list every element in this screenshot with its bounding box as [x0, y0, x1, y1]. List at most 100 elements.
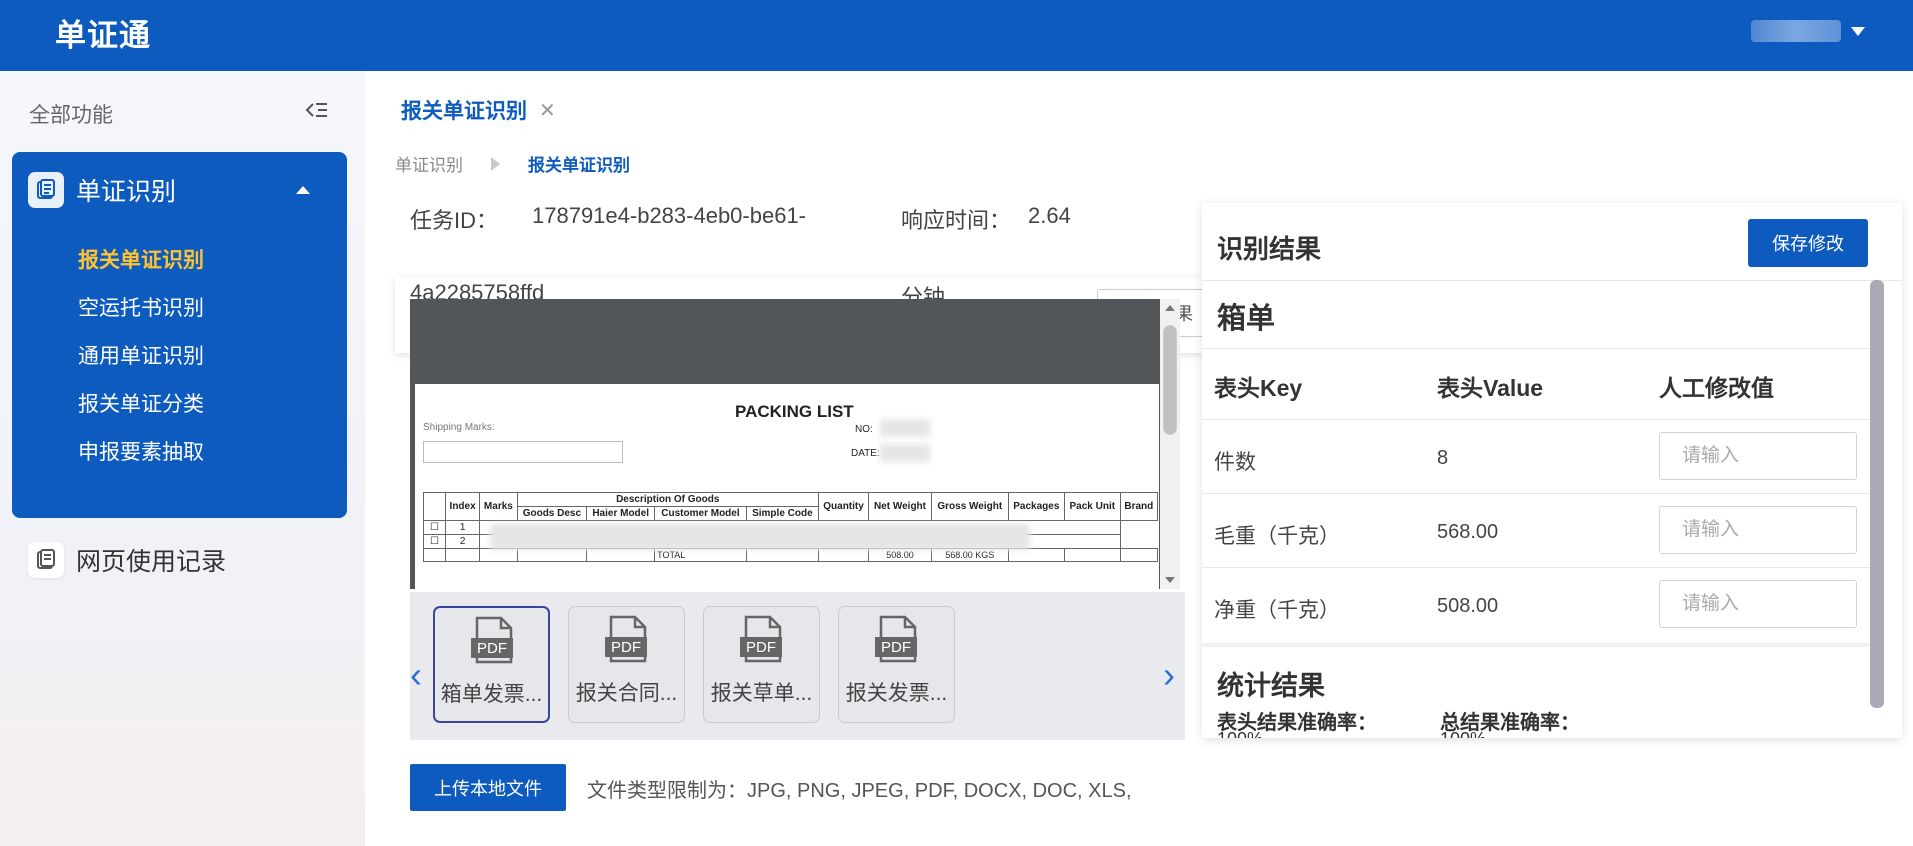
row-value: 8 [1437, 447, 1449, 469]
pdf-file-icon: PDF [740, 615, 782, 663]
redacted-no [880, 419, 930, 437]
col-marks: Marks [479, 492, 518, 521]
breadcrumb-current: 报关单证识别 [528, 156, 630, 175]
breadcrumb-parent[interactable]: 单证识别 [395, 151, 463, 176]
net-total: 508.00 [868, 548, 932, 562]
sidebar-item-customs-doc-classification[interactable]: 报关单证分类 [78, 388, 204, 418]
doc-no-label: NO: [855, 424, 873, 435]
app-brand: 单证通 [55, 18, 151, 53]
file-thumbnail-label: 报关合同... [575, 682, 678, 705]
preview-scrollbar[interactable] [1160, 299, 1180, 589]
redacted-date [880, 444, 930, 462]
scroll-down-icon[interactable] [1165, 577, 1175, 583]
caret-down-icon[interactable] [1851, 26, 1865, 36]
chevron-right-icon[interactable]: › [1163, 654, 1175, 696]
section-title: 箱单 [1217, 303, 1276, 335]
scrollbar-thumb[interactable] [1163, 325, 1177, 435]
result-scrollbar[interactable] [1870, 280, 1884, 708]
save-changes-button[interactable]: 保存修改 [1748, 219, 1868, 267]
total-accuracy-value: 100% [1440, 729, 1486, 738]
col-haier-model: Haier Model [586, 506, 656, 521]
menu-group-header[interactable]: 单证识别 [28, 170, 328, 210]
pdf-icon-text: PDF [611, 639, 641, 656]
file-thumbnail[interactable]: PDF 报关合同... [568, 606, 685, 723]
col-gross-weight: Gross Weight [930, 492, 1009, 521]
caret-up-icon[interactable] [296, 186, 310, 194]
col-brand: Brand [1119, 492, 1159, 521]
result-header: 识别结果 保存修改 [1202, 203, 1902, 281]
pdf-file-icon: PDF [605, 615, 647, 663]
column-header-value: 表头Value [1437, 375, 1544, 401]
breadcrumb: 单证识别 报关单证识别 [395, 151, 630, 176]
sidebar-item-declaration-extraction[interactable]: 申报要素抽取 [78, 436, 204, 466]
file-thumbnail[interactable]: PDF 报关发票... [838, 606, 955, 723]
main-content: 报关单证识别 ✕ 单证识别 报关单证识别 任务ID： 178791e4-b283… [365, 71, 1913, 846]
manual-value-input[interactable] [1659, 580, 1857, 628]
pdf-icon-text: PDF [746, 639, 776, 656]
sidebar-item-customs-doc-recognition[interactable]: 报关单证识别 [78, 244, 204, 274]
file-thumbnail-label: 箱单发票... [440, 683, 543, 706]
col-group-desc: Description Of Goods [516, 492, 819, 507]
total-label: TOTAL [654, 548, 747, 562]
result-title: 识别结果 [1217, 234, 1322, 264]
sidebar-title: 全部功能 [29, 104, 113, 127]
file-type-hint: 文件类型限制为：JPG, PNG, JPEG, PDF, DOCX, DOC, … [587, 780, 1132, 802]
document-preview[interactable]: PACKING LIST Shipping Marks: NO: DATE: I… [410, 299, 1160, 589]
shipping-marks-label: Shipping Marks: [423, 422, 495, 433]
header-accuracy-value: 100% [1217, 729, 1263, 738]
checkbox: ☐ [423, 534, 446, 549]
menu-group-doc-recognition: 单证识别 报关单证识别 空运托书识别 通用单证识别 报关单证分类 申报要素抽取 [12, 152, 347, 518]
sidebar-item-general-doc-recognition[interactable]: 通用单证识别 [78, 340, 204, 370]
manual-value-input[interactable] [1659, 506, 1857, 554]
col-goods-desc: Goods Desc [516, 506, 588, 521]
sidebar-item-usage-history[interactable]: 网页使用记录 [28, 542, 226, 578]
collapse-sidebar-icon[interactable] [305, 99, 329, 121]
file-thumbnail[interactable]: PDF 箱单发票... [433, 606, 550, 723]
file-thumbnail[interactable]: PDF 报关草单... [703, 606, 820, 723]
divider [1202, 348, 1882, 349]
chevron-right-icon [491, 156, 500, 171]
row-index: 2 [444, 534, 481, 549]
document-page: PACKING LIST Shipping Marks: NO: DATE: I… [415, 384, 1159, 589]
response-time-label: 响应时间： [901, 208, 1012, 233]
sidebar-item-air-waybill-recognition[interactable]: 空运托书识别 [78, 292, 204, 322]
user-avatar-name[interactable] [1751, 20, 1841, 42]
file-thumbnail-strip: ‹ PDF 箱单发票... PDF 报关合同... PDF 报关草单... PD… [410, 592, 1185, 740]
row-index: 1 [444, 520, 481, 535]
checkbox: ☐ [423, 520, 446, 535]
row-value: 568.00 [1437, 521, 1499, 543]
pdf-icon-text: PDF [881, 639, 911, 656]
chevron-left-icon[interactable]: ‹ [410, 654, 422, 696]
response-time-value: 2.64 [1028, 203, 1071, 228]
menu-group-label: 单证识别 [76, 178, 177, 206]
pdf-icon-text: PDF [477, 640, 507, 657]
divider [1202, 643, 1882, 647]
redacted-rows [490, 524, 1030, 550]
gross-total: 568.00 KGS [930, 548, 1009, 562]
column-header-manual: 人工修改值 [1659, 375, 1774, 401]
upload-local-file-button[interactable]: 上传本地文件 [410, 764, 566, 811]
divider [1202, 493, 1882, 494]
scroll-up-icon[interactable] [1165, 305, 1175, 311]
pdf-file-icon: PDF [875, 615, 917, 663]
user-menu[interactable] [1751, 20, 1865, 42]
col-quantity: Quantity [817, 492, 870, 521]
doc-title: PACKING LIST [735, 402, 854, 421]
file-thumbnail-label: 报关发票... [845, 682, 948, 705]
col-customer-model: Customer Model [654, 506, 747, 521]
close-icon[interactable]: ✕ [539, 98, 556, 123]
row-key: 净重（千克） [1214, 599, 1340, 622]
divider [1202, 567, 1882, 568]
task-id-label: 任务ID： [410, 208, 499, 233]
task-id-value: 178791e4-b283-4eb0-be61- [532, 203, 807, 228]
manual-value-input[interactable] [1659, 432, 1857, 480]
tab-customs-doc-recognition[interactable]: 报关单证识别 ✕ [401, 95, 556, 125]
top-bar: 单证通 [0, 0, 1913, 71]
col-index: Index [444, 492, 481, 521]
col-packages: Packages [1007, 492, 1065, 521]
pdf-file-icon: PDF [471, 616, 513, 664]
file-thumbnail-label: 报关草单... [710, 682, 813, 705]
document-icon [28, 172, 64, 208]
recognition-result-panel: 识别结果 保存修改 箱单 表头Key 表头Value 人工修改值 件数 8 毛重… [1202, 203, 1902, 738]
col-net-weight: Net Weight [868, 492, 932, 521]
